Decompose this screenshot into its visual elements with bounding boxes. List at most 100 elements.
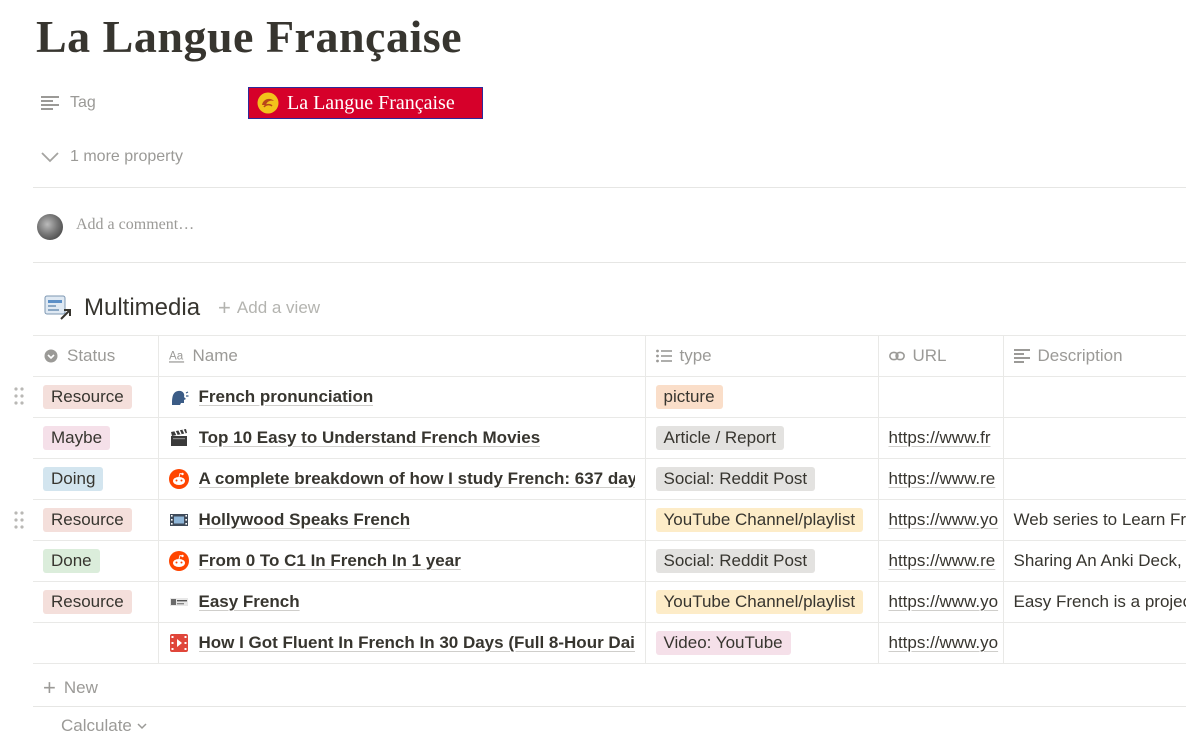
description-cell[interactable]: Sharing An Anki Deck,	[1003, 540, 1186, 582]
list-icon	[655, 348, 672, 364]
url-cell[interactable]: https://www.re	[878, 458, 1004, 500]
more-properties-label: 1 more property	[70, 148, 183, 165]
easy-french-logo-icon	[169, 592, 189, 612]
chevron-down-icon	[40, 149, 60, 165]
url-link[interactable]: https://www.yo	[889, 592, 999, 611]
column-header-description[interactable]: Description	[1003, 335, 1186, 377]
description-cell[interactable]	[1003, 376, 1186, 418]
status-badge: Resource	[43, 508, 132, 532]
status-cell[interactable]: Resource	[33, 376, 159, 418]
tag-chip[interactable]: La Langue Française	[248, 87, 483, 119]
url-cell[interactable]: https://www.fr	[878, 417, 1004, 459]
new-row-label: New	[63, 678, 98, 697]
row-title: French pronunciation	[198, 387, 374, 406]
column-header-status[interactable]: Status	[33, 335, 159, 377]
row-title: A complete breakdown of how I study Fren…	[198, 469, 635, 488]
row-title: Top 10 Easy to Understand French Movies	[198, 428, 541, 447]
row-title: Hollywood Speaks French	[198, 510, 411, 529]
type-cell[interactable]: Social: Reddit Post	[645, 540, 879, 582]
croissant-logo-icon	[257, 92, 279, 114]
new-row-button[interactable]: + New	[43, 676, 98, 700]
description-text: Sharing An Anki Deck,	[1013, 551, 1182, 570]
column-label: URL	[912, 346, 947, 365]
table-row[interactable]: Doing A complete breakdown of how I stud…	[33, 458, 1186, 500]
url-cell[interactable]: https://www.yo	[878, 622, 1004, 664]
svg-text:Aa: Aa	[169, 351, 184, 363]
description-cell[interactable]: Web series to Learn Fr	[1003, 499, 1186, 541]
name-cell[interactable]: A complete breakdown of how I study Fren…	[158, 458, 646, 500]
tag-chip-label: La Langue Française	[287, 91, 455, 114]
name-cell[interactable]: Hollywood Speaks French	[158, 499, 646, 541]
database-header: Multimedia + Add a view	[44, 292, 320, 324]
database-table: Status Aa Name type URL Description Reso…	[33, 335, 1186, 664]
status-cell[interactable]: Resource	[33, 499, 159, 541]
row-title: How I Got Fluent In French In 30 Days (F…	[198, 633, 635, 652]
url-link[interactable]: https://www.re	[889, 469, 996, 488]
status-cell[interactable]: Doing	[33, 458, 159, 500]
name-cell[interactable]: Top 10 Easy to Understand French Movies	[158, 417, 646, 459]
table-row[interactable]: Resource French pronunciation picture	[33, 376, 1186, 418]
type-cell[interactable]: Article / Report	[645, 417, 879, 459]
description-text: Easy French is a projec	[1013, 592, 1186, 611]
name-cell[interactable]: How I Got Fluent In French In 30 Days (F…	[158, 622, 646, 664]
drag-handle-icon[interactable]	[14, 511, 24, 529]
url-cell[interactable]: https://www.re	[878, 540, 1004, 582]
column-label: type	[679, 346, 712, 365]
film-strip-icon	[169, 510, 189, 530]
url-cell[interactable]	[878, 376, 1004, 418]
url-link[interactable]: https://www.yo	[889, 633, 999, 652]
table-row[interactable]: Resource Easy French YouTube Channel/pla…	[33, 581, 1186, 623]
column-header-name[interactable]: Aa Name	[158, 335, 646, 377]
text-lines-icon	[40, 95, 60, 111]
divider	[33, 262, 1186, 263]
type-cell[interactable]: YouTube Channel/playlist	[645, 499, 879, 541]
status-cell[interactable]	[33, 622, 159, 664]
type-cell[interactable]: picture	[645, 376, 879, 418]
status-badge: Maybe	[43, 426, 111, 450]
column-label: Name	[192, 346, 238, 365]
type-badge: picture	[655, 385, 723, 409]
name-cell[interactable]: From 0 To C1 In French In 1 year	[158, 540, 646, 582]
status-badge: Doing	[43, 467, 104, 491]
table-row[interactable]: Done From 0 To C1 In French In 1 year So…	[33, 540, 1186, 582]
database-title[interactable]: Multimedia	[84, 294, 200, 322]
status-badge: Done	[43, 549, 100, 573]
drag-handle-icon[interactable]	[14, 387, 24, 405]
table-header-row: Status Aa Name type URL Description	[33, 335, 1186, 377]
url-cell[interactable]: https://www.yo	[878, 499, 1004, 541]
url-link[interactable]: https://www.re	[889, 551, 996, 570]
more-properties-toggle[interactable]: 1 more property	[40, 142, 183, 172]
description-text: Web series to Learn Fr	[1013, 510, 1186, 529]
table-row[interactable]: Maybe Top 10 Easy to Understand French M…	[33, 417, 1186, 459]
type-cell[interactable]: YouTube Channel/playlist	[645, 581, 879, 623]
name-cell[interactable]: Easy French	[158, 581, 646, 623]
column-header-url[interactable]: URL	[878, 335, 1004, 377]
page-title[interactable]: La Langue Française	[36, 10, 462, 63]
url-cell[interactable]: https://www.yo	[878, 581, 1004, 623]
column-header-type[interactable]: type	[645, 335, 879, 377]
description-cell[interactable]	[1003, 417, 1186, 459]
type-badge: Article / Report	[655, 426, 784, 450]
name-cell[interactable]: French pronunciation	[158, 376, 646, 418]
description-cell[interactable]	[1003, 622, 1186, 664]
text-lines-icon	[1013, 348, 1030, 364]
calculate-button[interactable]: Calculate	[61, 716, 147, 736]
status-badge: Resource	[43, 590, 132, 614]
table-row[interactable]: How I Got Fluent In French In 30 Days (F…	[33, 622, 1186, 664]
url-link[interactable]: https://www.yo	[889, 510, 999, 529]
title-aa-icon: Aa	[168, 348, 185, 364]
status-cell[interactable]: Done	[33, 540, 159, 582]
description-cell[interactable]	[1003, 458, 1186, 500]
url-link[interactable]: https://www.fr	[889, 428, 991, 447]
type-cell[interactable]: Video: YouTube	[645, 622, 879, 664]
table-row[interactable]: Resource Hollywood Speaks French YouTube…	[33, 499, 1186, 541]
comment-input[interactable]	[76, 216, 476, 234]
add-view-button[interactable]: + Add a view	[218, 297, 320, 319]
property-tag[interactable]: Tag	[40, 88, 96, 118]
description-cell[interactable]: Easy French is a projec	[1003, 581, 1186, 623]
plus-icon: +	[43, 675, 56, 700]
status-cell[interactable]: Resource	[33, 581, 159, 623]
status-cell[interactable]: Maybe	[33, 417, 159, 459]
type-cell[interactable]: Social: Reddit Post	[645, 458, 879, 500]
reddit-icon	[168, 551, 189, 571]
